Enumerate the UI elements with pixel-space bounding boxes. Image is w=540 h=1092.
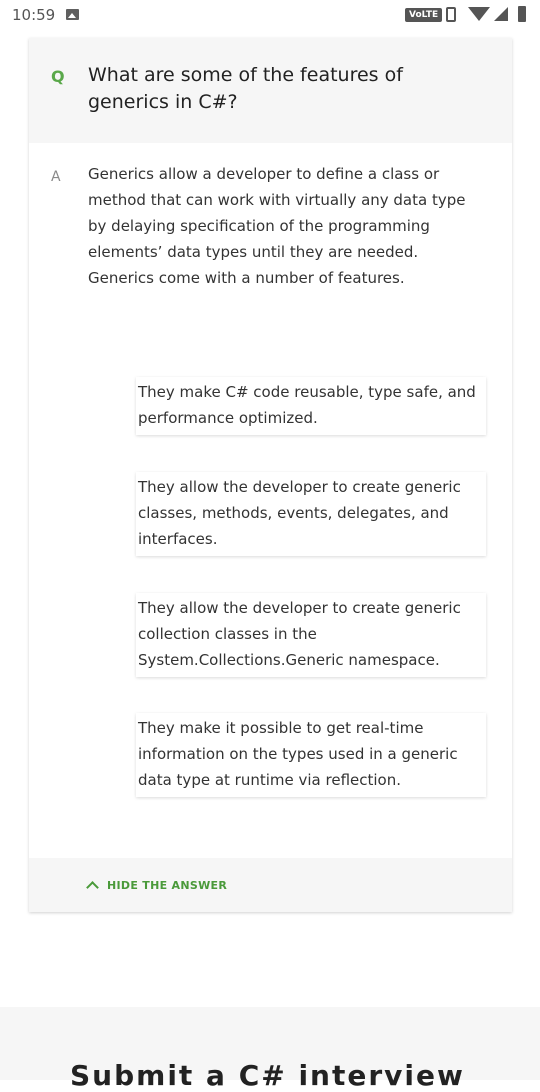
question-marker: Q	[51, 67, 65, 86]
question-text: What are some of the features of generic…	[88, 64, 403, 113]
feature-item: They make it possible to get real-time i…	[136, 713, 486, 797]
wifi-icon	[468, 7, 490, 21]
hide-answer-label: HIDE THE ANSWER	[107, 878, 228, 892]
submit-section-title: Submit a C# interview	[70, 1059, 465, 1092]
volte-badge: VoLTE	[405, 8, 443, 22]
submit-section: Submit a C# interview	[0, 1007, 540, 1092]
status-time: 10:59	[12, 6, 56, 24]
answer-text: Generics allow a developer to define a c…	[88, 165, 466, 287]
vibrate-icon	[446, 7, 456, 22]
question-block: Q What are some of the features of gener…	[29, 38, 512, 143]
feature-item: They make C# code reusable, type safe, a…	[136, 377, 486, 435]
image-notification-icon	[66, 9, 79, 20]
battery-icon	[518, 6, 526, 22]
feature-item: They allow the developer to create gener…	[136, 472, 486, 556]
hide-answer-button[interactable]: HIDE THE ANSWER	[86, 876, 228, 894]
status-bar: 10:59 VoLTE	[0, 0, 540, 30]
qa-card: Q What are some of the features of gener…	[29, 38, 512, 912]
cell-signal-icon	[494, 7, 508, 21]
answer-footer: HIDE THE ANSWER	[29, 858, 512, 912]
chevron-up-icon	[86, 880, 99, 894]
answer-marker: A	[51, 169, 61, 185]
feature-item: They allow the developer to create gener…	[136, 593, 486, 677]
